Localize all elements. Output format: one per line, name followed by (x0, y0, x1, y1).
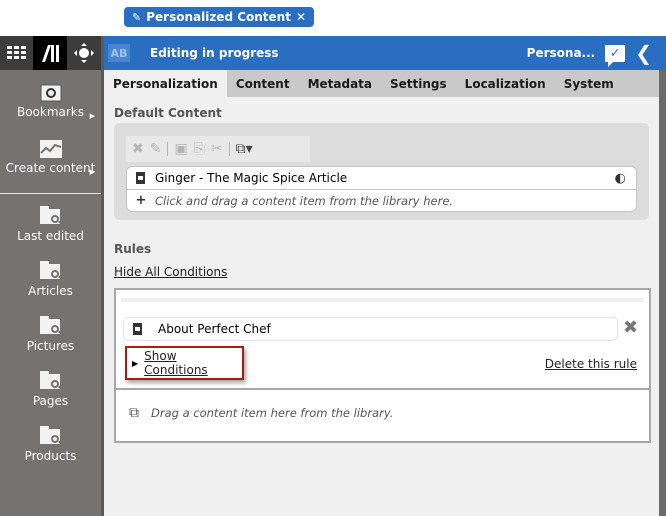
rail-toolbar (0, 36, 101, 70)
default-content-box: ✖ ✎ ▣ ⎘ ✂ ⧉▾ Ginger - The Magic Spice Ar… (114, 123, 649, 220)
document-short-name: Persona... (526, 46, 596, 60)
folder-search-icon (39, 426, 63, 446)
rail-item-last-edited[interactable]: Last edited (0, 206, 101, 243)
rail-item-bookmarks[interactable]: Bookmarks ▶ (0, 84, 101, 120)
article-icon (136, 172, 145, 184)
content-item-title: Ginger - The Magic Spice Article (155, 171, 348, 185)
rules-heading: Rules (114, 242, 152, 256)
folder-search-icon (39, 371, 63, 391)
scrollbar[interactable] (659, 70, 666, 516)
drag-handle[interactable] (121, 298, 644, 302)
app-root: ✎ Personalized Content ✕ Bookmarks ▶ Cre… (0, 0, 666, 516)
pencil-icon: ✎ (132, 10, 142, 24)
rail-item-create-content[interactable]: Create content ▶ (0, 140, 101, 176)
plus-icon: + (135, 193, 147, 208)
drop-hint: Click and drag a content item from the l… (155, 193, 454, 208)
rail-item-pages[interactable]: Pages (0, 371, 101, 408)
editor-header: AB Editing in progress Persona... ✓ ❮ (101, 36, 666, 70)
add-new-icon[interactable]: ⧉▾ (236, 141, 253, 157)
personalization-panel: Default Content ✖ ✎ ▣ ⎘ ✂ ⧉▾ Ginger - Th… (104, 97, 659, 516)
rail-divider (0, 193, 101, 194)
delete-rule-link[interactable]: Delete this rule (545, 357, 637, 371)
remove-icon[interactable]: ✖ (623, 317, 638, 338)
tab-content[interactable]: Content (227, 70, 299, 97)
folder-search-icon (39, 261, 63, 281)
rail-item-label: Last edited (17, 229, 84, 243)
tab-metadata[interactable]: Metadata (299, 70, 381, 97)
tab-settings[interactable]: Settings (381, 70, 456, 97)
create-content-icon (39, 140, 62, 158)
apps-grid-icon[interactable] (0, 36, 33, 70)
drop-zone[interactable]: + Click and drag a content item from the… (127, 189, 636, 211)
submenu-arrow-icon: ▶ (89, 112, 95, 120)
check-comment-icon[interactable]: ✓ (605, 44, 626, 67)
rule-item-title: About Perfect Chef (158, 322, 271, 336)
drop-hint: Drag a content item here from the librar… (151, 406, 394, 420)
rail-item-label: Articles (28, 284, 73, 298)
library-icon[interactable] (33, 36, 67, 70)
remove-icon[interactable]: ✖ (132, 141, 144, 157)
expand-triangle-icon: ▶ (132, 358, 139, 368)
content-type-badge: AB (108, 44, 130, 62)
default-content-list: Ginger - The Magic Spice Article ◐ + Cli… (126, 166, 637, 212)
rail-splitter[interactable] (101, 36, 104, 516)
editor-tabs: Personalization Content Metadata Setting… (104, 70, 659, 97)
tab-personalization[interactable]: Personalization (104, 70, 227, 97)
hide-all-conditions-link[interactable]: Hide All Conditions (114, 265, 227, 279)
rail-item-label: Pages (32, 394, 69, 408)
folder-search-icon (39, 316, 63, 336)
show-conditions-link[interactable]: Show Conditions (144, 349, 242, 377)
show-conditions-toggle[interactable]: ▶ Show Conditions (125, 346, 244, 380)
rail-item-label: Create content (5, 161, 96, 175)
content-item[interactable]: Ginger - The Magic Spice Article ◐ (127, 167, 636, 189)
save-icon[interactable]: ▣ (174, 141, 187, 157)
folder-search-icon (39, 206, 63, 226)
rule-content-item[interactable]: About Perfect Chef (123, 317, 618, 341)
edit-icon[interactable]: ✎ (150, 141, 162, 157)
globe-icon[interactable]: ◐ (615, 171, 626, 186)
article-icon (133, 323, 142, 335)
rail-item-label: Pictures (26, 339, 75, 353)
toolbar-separator (228, 142, 230, 156)
default-content-toolbar: ✖ ✎ ▣ ⎘ ✂ ⧉▾ (126, 136, 310, 162)
toolbar-separator (167, 142, 169, 156)
editor-status-title: Editing in progress (150, 46, 279, 60)
navigator-icon[interactable] (67, 36, 101, 70)
tab-system[interactable]: System (555, 70, 623, 97)
document-tab[interactable]: ✎ Personalized Content ✕ (124, 7, 315, 27)
rail-item-articles[interactable]: Articles (0, 261, 101, 298)
submenu-arrow-icon: ▶ (89, 168, 95, 176)
left-rail: Bookmarks ▶ Create content ▶ Last edited… (0, 70, 101, 516)
add-content-icon: ⧉ (129, 405, 139, 421)
rail-item-label: Products (24, 449, 77, 463)
rail-item-label: Bookmarks (16, 105, 85, 119)
rule-drop-zone[interactable]: ⧉ Drag a content item here from the libr… (129, 405, 393, 421)
cut-icon[interactable]: ✂ (211, 141, 223, 157)
default-content-heading: Default Content (114, 106, 222, 120)
document-tab-label: Personalized Content (146, 10, 291, 24)
copy-icon[interactable]: ⎘ (194, 141, 205, 157)
bookmarks-icon (40, 84, 61, 102)
rail-item-pictures[interactable]: Pictures (0, 316, 101, 353)
rules-box: About Perfect Chef ✖ ▶ Show Conditions D… (114, 288, 651, 443)
chevron-left-icon[interactable]: ❮ (635, 41, 652, 65)
tab-localization[interactable]: Localization (456, 70, 555, 97)
rule-divider (116, 388, 649, 390)
rail-item-products[interactable]: Products (0, 426, 101, 463)
close-icon[interactable]: ✕ (296, 10, 306, 24)
